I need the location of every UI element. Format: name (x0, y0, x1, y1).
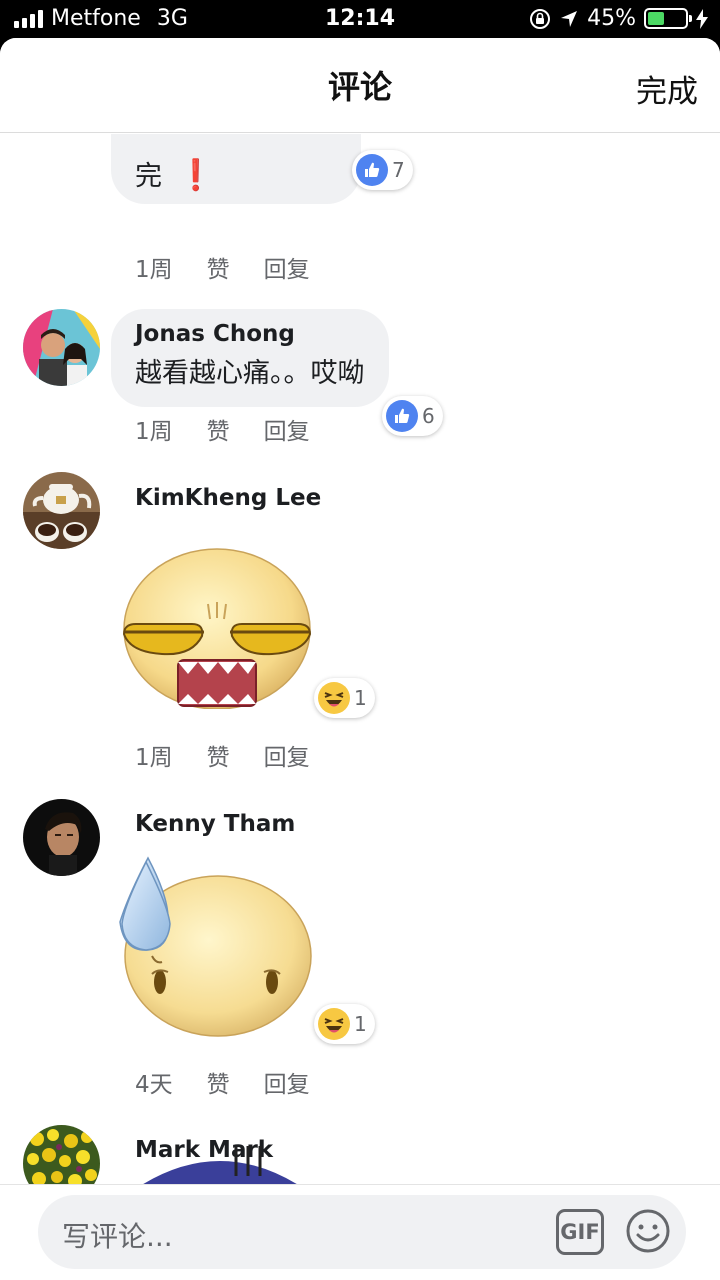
gif-button[interactable]: GIF (556, 1209, 604, 1255)
comment-time: 1周 (135, 257, 173, 283)
comment-actions: 1周 赞 回复 (135, 738, 310, 772)
comment-time: 1周 (135, 419, 173, 445)
comments-sheet: 评论 完成 完 ❗ 7 1周 赞 回复 Jonas Chong 越看越心痛。。哎… (0, 38, 720, 1280)
emoji-button[interactable] (624, 1207, 672, 1255)
reply-button[interactable]: 回复 (264, 412, 310, 446)
reply-button[interactable]: 回复 (264, 738, 310, 772)
comment-actions: 1周 赞 回复 (135, 412, 310, 446)
comment-bubble[interactable]: 完 ❗ (111, 134, 361, 204)
reply-button[interactable]: 回复 (264, 1065, 310, 1099)
reply-button[interactable]: 回复 (264, 250, 310, 284)
like-count: 6 (422, 404, 435, 428)
page-title: 评论 (327, 68, 392, 106)
comment-bubble[interactable]: Jonas Chong 越看越心痛。。哎呦 (111, 309, 389, 407)
thumbs-up-icon (356, 154, 388, 186)
laughing-face-icon (318, 682, 350, 714)
comment-input[interactable]: 写评论... GIF (38, 1195, 686, 1269)
like-count: 7 (392, 158, 405, 182)
exclamation-emoji-icon: ❗ (177, 158, 215, 193)
reaction-count: 1 (354, 1012, 367, 1036)
like-reaction-count[interactable]: 7 (352, 150, 413, 190)
orientation-lock-icon (530, 8, 551, 29)
commenter-name[interactable]: Kenny Tham (135, 811, 295, 837)
reaction-count: 1 (354, 686, 367, 710)
like-button[interactable]: 赞 (207, 738, 230, 772)
battery-percent: 45% (587, 6, 636, 31)
location-arrow-icon (561, 10, 578, 27)
comment-actions: 1周 赞 回复 (135, 250, 310, 284)
haha-reaction-count[interactable]: 1 (314, 678, 375, 718)
commenter-name[interactable]: Jonas Chong (135, 321, 365, 347)
sweat-emoji-sticker[interactable] (118, 856, 314, 1042)
comment-composer: 写评论... GIF (0, 1184, 720, 1280)
avatar[interactable] (23, 309, 100, 386)
done-button[interactable]: 完成 (636, 66, 698, 111)
avatar[interactable] (23, 799, 100, 876)
like-button[interactable]: 赞 (207, 1065, 230, 1099)
sticker-preview[interactable] (140, 1146, 300, 1184)
like-button[interactable]: 赞 (207, 250, 230, 284)
status-bar: Metfone 3G 12:14 45% (0, 0, 720, 40)
avatar[interactable] (23, 1125, 100, 1184)
like-button[interactable]: 赞 (207, 412, 230, 446)
comment-list[interactable]: 完 ❗ 7 1周 赞 回复 Jonas Chong 越看越心痛。。哎呦 6 1周… (0, 134, 720, 1184)
commenter-name[interactable]: KimKheng Lee (135, 485, 321, 511)
comment-time: 1周 (135, 745, 173, 771)
laughing-face-icon (318, 1008, 350, 1040)
comment-input-placeholder: 写评论... (62, 1220, 173, 1253)
comment-time: 4天 (135, 1072, 173, 1098)
charging-bolt-icon (696, 8, 708, 29)
thumbs-up-icon (386, 400, 418, 432)
comment-text: 完 (135, 161, 162, 192)
haha-reaction-count[interactable]: 1 (314, 1004, 375, 1044)
comment-text: 越看越心痛。。哎呦 (135, 358, 365, 389)
comments-header: 评论 完成 (0, 38, 720, 133)
battery-icon (644, 8, 692, 29)
like-reaction-count[interactable]: 6 (382, 396, 443, 436)
grumpy-emoji-sticker[interactable] (122, 544, 312, 713)
avatar[interactable] (23, 472, 100, 549)
comment-actions: 4天 赞 回复 (135, 1065, 310, 1099)
